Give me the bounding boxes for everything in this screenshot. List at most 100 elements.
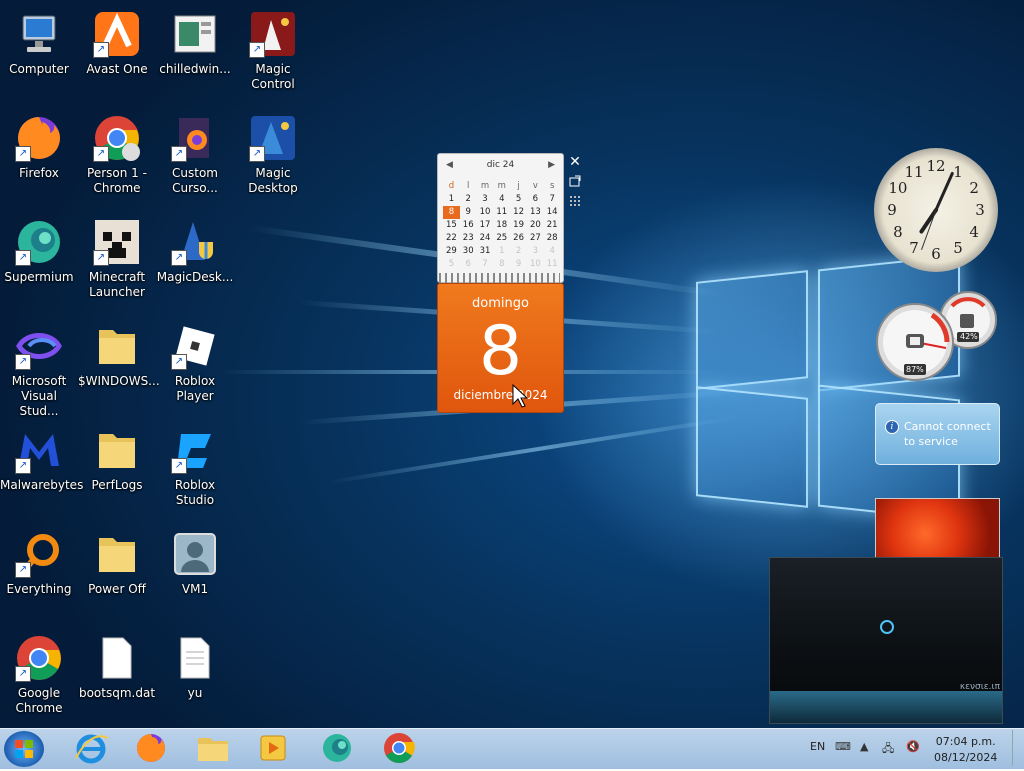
desktop-icon-roblox-studio[interactable]: ↗ Roblox Studio (156, 420, 234, 508)
calendar-day[interactable]: 23 (460, 232, 477, 245)
close-icon[interactable]: ✕ (566, 153, 584, 171)
taskbar-firefox[interactable] (126, 730, 176, 766)
calendar-day[interactable]: 25 (493, 232, 510, 245)
calendar-day[interactable]: 11 (544, 258, 561, 271)
taskbar-supermium[interactable] (312, 730, 362, 766)
desktop-icon-perflogs[interactable]: PerfLogs (78, 420, 156, 493)
calendar-day[interactable]: 4 (544, 245, 561, 258)
calendar-day[interactable]: 16 (460, 219, 477, 232)
clock-gadget[interactable]: 12 1 2 3 4 5 6 7 8 9 10 11 (874, 148, 998, 272)
calendar-day[interactable]: 19 (510, 219, 527, 232)
calendar-day[interactable]: 15 (443, 219, 460, 232)
calendar-day[interactable]: 28 (544, 232, 561, 245)
desktop-icon-bootsqm[interactable]: bootsqm.dat (78, 628, 156, 701)
wizard-shield-icon: ↗ (171, 218, 219, 266)
media-center-gadget[interactable]: κενσιε.ιπ (769, 557, 1003, 724)
desktop-icon-computer[interactable]: Computer (0, 4, 78, 77)
desktop-icon-roblox-player[interactable]: ↗ Roblox Player (156, 316, 234, 404)
start-button[interactable] (4, 731, 44, 767)
calendar-day[interactable]: 8 (443, 206, 460, 219)
calendar-day[interactable]: 8 (493, 258, 510, 271)
calendar-day[interactable]: 20 (527, 219, 544, 232)
keyboard-icon[interactable]: ⌨ (835, 740, 851, 753)
desktop-icon-malwarebytes[interactable]: ↗ Malwarebytes (0, 420, 83, 493)
shortcut-arrow-icon: ↗ (171, 458, 187, 474)
calendar-day[interactable]: 7 (477, 258, 494, 271)
taskbar-internet-explorer[interactable] (66, 730, 116, 766)
resize-icon[interactable] (566, 174, 584, 192)
desktop-icon-everything[interactable]: ↗ Everything (0, 524, 78, 597)
show-hidden-icons-icon[interactable]: ▲ (860, 740, 868, 753)
calendar-day[interactable]: 10 (527, 258, 544, 271)
network-icon[interactable]: 🖧 (882, 740, 894, 759)
calendar-day[interactable]: 13 (527, 206, 544, 219)
desktop-icon-vm1[interactable]: VM1 (156, 524, 234, 597)
desktop-icon-power-off[interactable]: Power Off (78, 524, 156, 597)
icon-label: Custom Curso... (172, 166, 218, 195)
calendar-day[interactable]: 14 (544, 206, 561, 219)
desktop-icon-google-chrome[interactable]: ↗ Google Chrome (0, 628, 78, 716)
calendar-day[interactable]: 22 (443, 232, 460, 245)
calendar-day[interactable]: 7 (544, 193, 561, 206)
desktop-icon-person1-chrome[interactable]: ↗ Person 1 - Chrome (78, 108, 156, 196)
cpu-meter-gadget[interactable]: 87% 42% (872, 290, 1002, 382)
calendar-day[interactable]: 6 (460, 258, 477, 271)
desktop-icon-yu[interactable]: yu (156, 628, 234, 701)
desktop-icon-magic-control[interactable]: ↗ Magic Control (234, 4, 312, 92)
calendar-day[interactable]: 17 (477, 219, 494, 232)
volume-muted-icon[interactable]: 🔇 (906, 740, 920, 753)
media-bar (770, 691, 1002, 723)
tray-clock[interactable]: 07:04 p.m. 08/12/2024 (934, 734, 997, 766)
desktop-icon-ms-visual-studio[interactable]: ↗ Microsoft Visual Stud... (0, 316, 78, 419)
calendar-day[interactable]: 21 (544, 219, 561, 232)
calendar-day[interactable]: 26 (510, 232, 527, 245)
calendar-day[interactable]: 1 (493, 245, 510, 258)
calendar-day[interactable]: 9 (510, 258, 527, 271)
desktop-icon-minecraft-launcher[interactable]: ↗ Minecraft Launcher (78, 212, 156, 300)
calendar-day[interactable]: 11 (493, 206, 510, 219)
taskbar-chrome[interactable] (374, 730, 424, 766)
desktop-icon-supermium[interactable]: ↗ Supermium (0, 212, 78, 285)
weather-gadget[interactable]: i Cannot connect to service (875, 403, 1000, 465)
calendar-day[interactable]: 2 (510, 245, 527, 258)
calendar-month-view: ◀ dic 24 ▶ d l m m j v s 1 2 3 4 5 6 7 8 9 10 11 12 13 14 15 1… (437, 153, 564, 283)
desktop-icon-windows-folder[interactable]: $WINDOWS... (78, 316, 160, 389)
desktop-icon-firefox[interactable]: ↗ Firefox (0, 108, 78, 181)
calendar-day[interactable]: 10 (477, 206, 494, 219)
calendar-day[interactable]: 24 (477, 232, 494, 245)
taskbar-file-explorer[interactable] (188, 730, 238, 766)
calendar-day[interactable]: 12 (510, 206, 527, 219)
drag-handle-icon[interactable] (566, 194, 584, 212)
desktop-icon-magic-desktop[interactable]: ↗ Magic Desktop (234, 108, 312, 196)
show-desktop-button[interactable] (1012, 730, 1023, 766)
calendar-day[interactable]: 3 (477, 193, 494, 206)
calendar-day[interactable]: 6 (527, 193, 544, 206)
taskbar-media-player[interactable] (248, 730, 298, 766)
calendar-day[interactable]: 31 (477, 245, 494, 258)
desktop-icon-chilledwin[interactable]: chilledwin... (156, 4, 234, 77)
icon-label: VM1 (181, 582, 209, 596)
tray-date: 08/12/2024 (934, 751, 998, 764)
everything-icon: ↗ (15, 530, 63, 578)
calendar-day[interactable]: 30 (460, 245, 477, 258)
calendar-day[interactable]: 5 (443, 258, 460, 271)
calendar-day[interactable]: 3 (527, 245, 544, 258)
calendar-day[interactable]: 29 (443, 245, 460, 258)
calendar-day[interactable]: 2 (460, 193, 477, 206)
calendar-day[interactable]: 9 (460, 206, 477, 219)
next-month-icon[interactable]: ▶ (548, 160, 555, 170)
desktop-icon-avast-one[interactable]: ↗ Avast One (78, 4, 156, 77)
calendar-grid: d l m m j v s 1 2 3 4 5 6 7 8 9 10 11 12 13 14 15 16 17 18 19 20 21… (443, 180, 561, 271)
desktop-icon-custom-curso[interactable]: ↗ Custom Curso... (156, 108, 234, 196)
language-indicator[interactable]: EN (810, 740, 825, 753)
slideshow-gadget[interactable] (875, 498, 1000, 558)
desktop-icon-magicdesk[interactable]: ↗ MagicDesk... (156, 212, 234, 285)
calendar-day[interactable]: 4 (493, 193, 510, 206)
calendar-day[interactable]: 5 (510, 193, 527, 206)
calendar-day[interactable]: 1 (443, 193, 460, 206)
calendar-gadget[interactable]: ◀ dic 24 ▶ d l m m j v s 1 2 3 4 5 6 7 8 9 10 11 12 13 14 15 1… (437, 153, 564, 413)
calendar-day[interactable]: 18 (493, 219, 510, 232)
calendar-day[interactable]: 27 (527, 232, 544, 245)
visual-studio-icon: ↗ (15, 322, 63, 370)
calendar-weekday: d (448, 181, 455, 191)
